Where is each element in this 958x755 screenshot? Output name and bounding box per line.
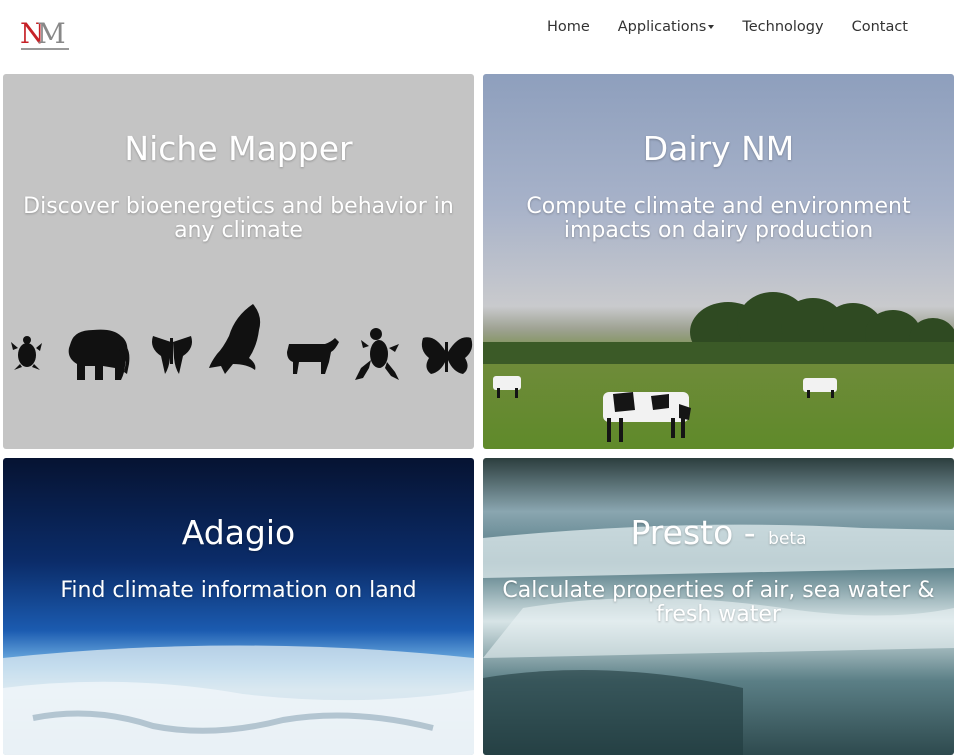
tile-title: Dairy NM [642, 129, 795, 168]
eagle-icon [209, 304, 261, 374]
tile-title: Niche Mapper [124, 129, 353, 168]
caret-down-icon [708, 25, 715, 29]
tile-title: Adagio [181, 513, 296, 552]
earth-from-space-image [3, 645, 474, 755]
tile-subtitle: Discover bioenergetics and behavior in a… [23, 194, 454, 243]
tile-presto[interactable]: Presto - beta Calculate properties of ai… [483, 458, 954, 755]
nav-home[interactable]: Home [533, 18, 604, 36]
tile-adagio[interactable]: Adagio Find climate information on land [3, 458, 474, 755]
tile-title-text: Presto - [630, 513, 756, 552]
nav-applications-label: Applications [617, 19, 707, 35]
beta-badge: beta [768, 529, 807, 549]
butterfly-icon [421, 337, 473, 374]
animal-silhouettes-image [11, 304, 473, 380]
cow-icon [287, 338, 339, 374]
tile-subtitle: Calculate properties of air, sea water &… [502, 578, 935, 627]
nav-applications-dropdown[interactable]: Applications [604, 18, 729, 36]
nav-technology[interactable]: Technology [728, 18, 837, 36]
tile-title: Presto - beta [483, 513, 954, 559]
logo-underline [21, 48, 69, 50]
frog-icon [355, 328, 399, 380]
elephant-icon [68, 329, 130, 380]
logo-letter-m: M [37, 17, 66, 50]
tile-dairy-nm[interactable]: Dairy NM Compute climate and environment… [483, 74, 954, 449]
turtle-icon [11, 336, 42, 370]
tile-subtitle: Find climate information on land [60, 578, 417, 603]
luna-moth-icon [152, 336, 192, 374]
main-nav: Home Applications Technology Contact [533, 18, 922, 36]
tile-niche-mapper[interactable]: Niche Mapper Discover bioenergetics and … [3, 74, 474, 449]
tile-subtitle: Compute climate and environment impacts … [526, 194, 911, 243]
nm-logo[interactable]: N M [20, 16, 70, 52]
navbar: N M Home Applications Technology Contact [0, 0, 958, 70]
nav-contact[interactable]: Contact [838, 18, 922, 36]
